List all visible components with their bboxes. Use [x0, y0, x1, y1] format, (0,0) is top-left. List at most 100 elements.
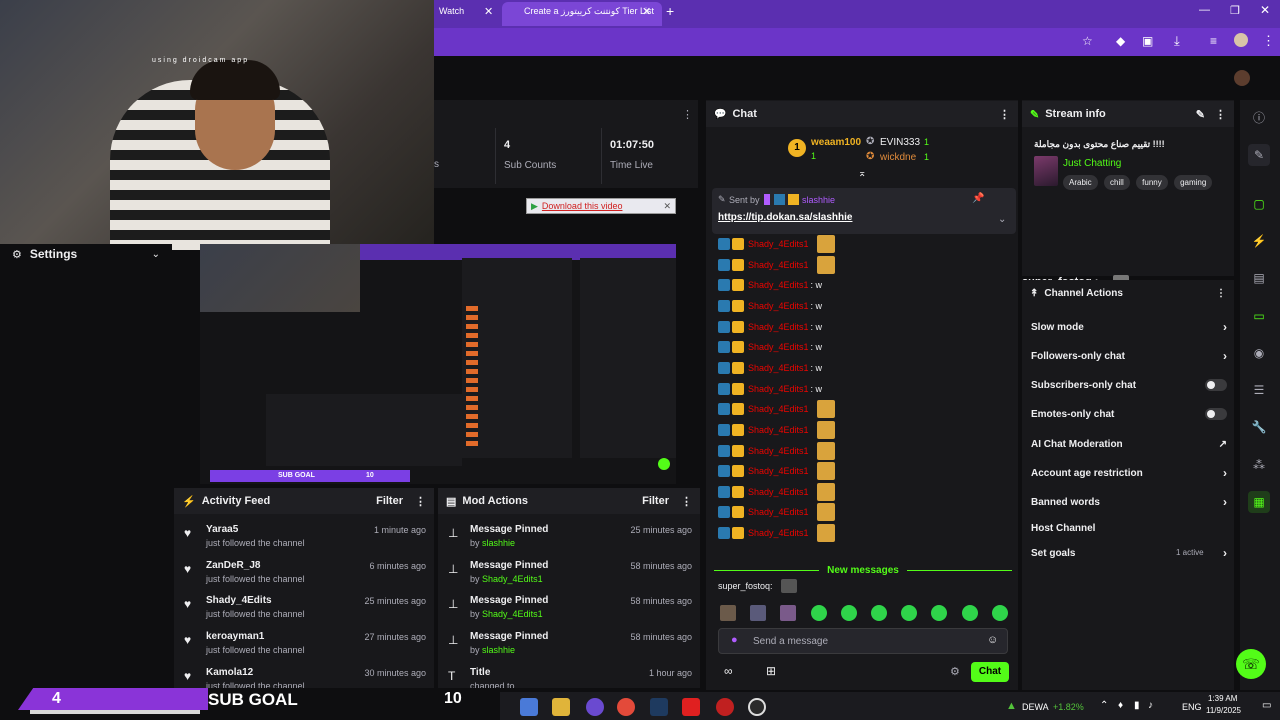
chat-username[interactable]: Shady_4Edits1: [748, 363, 809, 373]
mod-action-user[interactable]: slashhie: [482, 645, 515, 655]
chevron-right-icon[interactable]: ›: [1223, 320, 1227, 334]
mod-action-user[interactable]: Shady_4Edits1: [482, 609, 543, 619]
channel-action-row[interactable]: Emotes-only chat: [1031, 403, 1227, 425]
chat-last-user[interactable]: super_fostoq:: [718, 581, 773, 591]
mod-action-user[interactable]: slashhie: [482, 538, 515, 548]
chevron-right-icon[interactable]: ›: [1223, 349, 1227, 363]
youtube-icon[interactable]: [682, 698, 700, 716]
chat-users-icon[interactable]: ∞: [724, 664, 733, 678]
chevron-right-icon[interactable]: ›: [1223, 466, 1227, 480]
mod-action-user[interactable]: Shady_4Edits1: [482, 574, 543, 584]
browser-menu-icon[interactable]: ⋮: [1262, 33, 1275, 49]
emote-button[interactable]: [991, 605, 1008, 621]
download-video-bar[interactable]: ▶ Download this video ✕: [526, 198, 676, 214]
edit-icon[interactable]: ✎: [1248, 144, 1270, 166]
gift-icon[interactable]: ⊞: [766, 664, 776, 678]
layout-icon[interactable]: ☰: [1248, 379, 1270, 401]
chevron-right-icon[interactable]: ›: [1223, 495, 1227, 509]
emote-button[interactable]: [840, 605, 857, 621]
stream-info-menu-icon[interactable]: ⋮: [1215, 108, 1226, 121]
activity-menu-icon[interactable]: ⋮: [415, 495, 426, 508]
chat-username[interactable]: Shady_4Edits1: [748, 301, 809, 311]
clapperboard-icon[interactable]: ▦: [1248, 491, 1270, 513]
new-tab-button[interactable]: +: [666, 3, 674, 19]
leaderboard-user-2[interactable]: EVIN333: [880, 137, 920, 148]
chat-username[interactable]: Shady_4Edits1: [748, 260, 809, 270]
pinned-link[interactable]: https://tip.dokan.sa/slashhie: [718, 212, 852, 223]
bookmark-star-icon[interactable]: ☆: [1082, 34, 1093, 48]
pinned-user[interactable]: slashhie: [802, 195, 835, 205]
activity-username[interactable]: Yaraa5: [206, 524, 238, 535]
browser-tab-watch[interactable]: Watch: [439, 6, 464, 16]
chat-input[interactable]: ● Send a message ☺: [718, 628, 1008, 654]
browser-tab-tierlist[interactable]: Create a كونتنت كرييتورز Tier List: [524, 6, 654, 17]
channel-action-row[interactable]: Slow mode ›: [1031, 316, 1227, 338]
chat-username[interactable]: Shady_4Edits1: [748, 404, 809, 414]
steam-icon[interactable]: [650, 698, 668, 716]
chat-username[interactable]: Shady_4Edits1: [748, 446, 809, 456]
puzzle-icon[interactable]: ▣: [1142, 34, 1153, 48]
chevron-down-icon[interactable]: ⌄: [152, 249, 160, 260]
chat-username[interactable]: Shady_4Edits1: [748, 239, 809, 249]
battery-icon[interactable]: ▮: [1134, 700, 1140, 711]
emote-button[interactable]: [871, 605, 887, 621]
chat-username[interactable]: Shady_4Edits1: [748, 384, 809, 394]
minimize-icon[interactable]: —: [1199, 4, 1210, 16]
document-icon[interactable]: ▤: [1248, 267, 1270, 289]
emote-button[interactable]: [961, 605, 978, 621]
apps-icon[interactable]: ⁂: [1248, 454, 1270, 476]
maximize-icon[interactable]: ❐: [1230, 4, 1240, 17]
activity-username[interactable]: Kamola12: [206, 667, 253, 678]
camera-icon[interactable]: ▢: [1248, 193, 1270, 215]
activity-filter-button[interactable]: Filter: [376, 495, 403, 507]
settings-bar[interactable]: ⚙ Settings ⌄: [0, 244, 172, 264]
external-link-icon[interactable]: ↗: [1219, 439, 1227, 450]
info-icon[interactable]: ⓘ: [1248, 106, 1270, 128]
help-chat-icon[interactable]: ☏: [1236, 649, 1266, 679]
mic-icon[interactable]: ●: [731, 634, 738, 646]
tag[interactable]: funny: [1136, 175, 1168, 190]
close-tab-icon[interactable]: ✕: [642, 5, 651, 18]
obs-icon[interactable]: [748, 698, 766, 716]
leaderboard-user-1[interactable]: weaam100: [811, 137, 861, 148]
tag[interactable]: chill: [1104, 175, 1130, 190]
stats-menu-icon[interactable]: ⋮: [682, 108, 693, 121]
activity-username[interactable]: ZanDeR_J8: [206, 560, 260, 571]
record-icon[interactable]: [716, 698, 734, 716]
profile-avatar[interactable]: [1234, 33, 1248, 47]
channel-action-row[interactable]: Followers-only chat ›: [1031, 345, 1227, 367]
collapse-icon[interactable]: ⌅: [858, 168, 866, 179]
tag[interactable]: Arabic: [1063, 175, 1098, 190]
activity-username[interactable]: keroayman1: [206, 631, 264, 642]
chat-menu-icon[interactable]: ⋮: [999, 108, 1010, 121]
close-tab-icon[interactable]: ✕: [484, 5, 493, 18]
media-icon[interactable]: ≡: [1210, 34, 1217, 48]
emote-button[interactable]: [780, 605, 797, 621]
broadcast-icon[interactable]: ◉: [1248, 342, 1270, 364]
channel-action-row[interactable]: AI Chat Moderation ↗: [1031, 433, 1227, 455]
channel-actions-menu-icon[interactable]: ⋮: [1216, 288, 1226, 299]
user-avatar[interactable]: [1234, 70, 1250, 86]
leaderboard-user-3[interactable]: wickdne: [880, 152, 916, 163]
start-icon[interactable]: [520, 698, 538, 716]
chat-username[interactable]: Shady_4Edits1: [748, 280, 809, 290]
emote-button[interactable]: [750, 605, 767, 621]
channel-action-row[interactable]: Account age restriction ›: [1031, 462, 1227, 484]
language-label[interactable]: ENG: [1182, 702, 1202, 712]
file-explorer-icon[interactable]: [552, 698, 570, 716]
toggle-switch[interactable]: [1205, 408, 1227, 420]
channel-action-row[interactable]: Subscribers-only chat: [1031, 374, 1227, 396]
clock-date[interactable]: 11/9/2025: [1206, 706, 1241, 715]
edit-icon[interactable]: ✎: [1196, 108, 1205, 121]
chat-icon[interactable]: ▭: [1248, 305, 1270, 327]
chat-settings-icon[interactable]: ⚙: [950, 665, 960, 678]
chevron-right-icon[interactable]: ›: [1223, 546, 1227, 560]
toggle-switch[interactable]: [1205, 379, 1227, 391]
stream-category[interactable]: Just Chatting: [1063, 158, 1121, 169]
chat-username[interactable]: Shady_4Edits1: [748, 322, 809, 332]
chat-username[interactable]: Shady_4Edits1: [748, 466, 809, 476]
emoji-icon[interactable]: ☺: [987, 634, 998, 646]
clock-time[interactable]: 1:39 AM: [1208, 694, 1237, 703]
volume-icon[interactable]: ♪: [1148, 700, 1153, 711]
chat-username[interactable]: Shady_4Edits1: [748, 528, 809, 538]
